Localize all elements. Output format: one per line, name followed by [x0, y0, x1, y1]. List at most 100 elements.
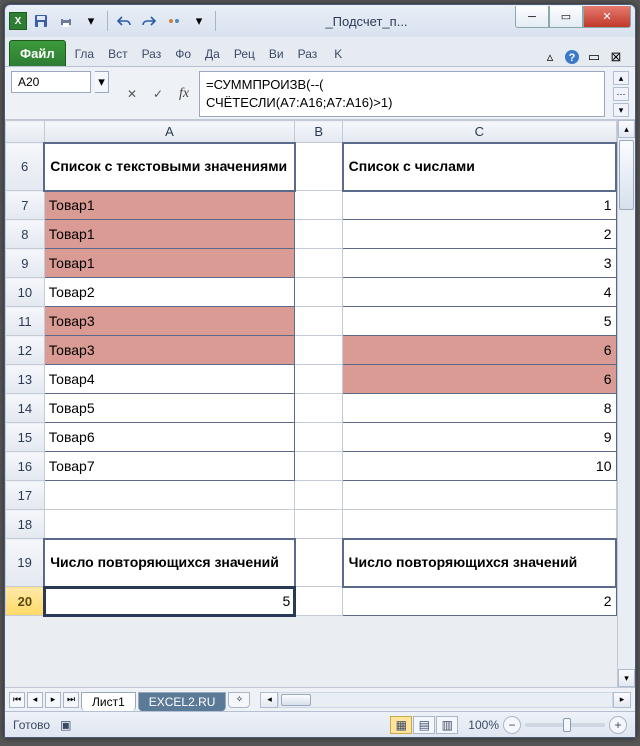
scroll-track[interactable] [278, 692, 613, 708]
scroll-right-icon[interactable]: ▸ [613, 692, 631, 708]
sheet-tab-active[interactable]: Лист1 [81, 692, 136, 711]
enter-formula-icon[interactable]: ✓ [147, 83, 169, 105]
page-break-view-icon[interactable]: ▥ [436, 716, 458, 734]
cancel-formula-icon[interactable]: ✕ [121, 83, 143, 105]
minimize-button[interactable]: ─ [515, 6, 549, 28]
redo-icon[interactable] [138, 10, 160, 32]
cell[interactable] [295, 307, 343, 336]
ribbon-tab[interactable]: Ви [262, 41, 291, 66]
cell[interactable] [295, 249, 343, 278]
formula-scroll-up-icon[interactable]: ▴ [613, 71, 629, 85]
ribbon-tab[interactable]: Вст [101, 41, 135, 66]
cell[interactable]: 4 [343, 278, 616, 307]
cell[interactable]: 1 [343, 191, 616, 220]
ribbon-tab[interactable]: Фо [168, 41, 198, 66]
cell[interactable]: Список с числами [343, 143, 616, 191]
cell[interactable] [295, 220, 343, 249]
cell[interactable]: Товар3 [44, 336, 295, 365]
macro-record-icon[interactable]: ▣ [60, 718, 71, 732]
cell[interactable] [44, 481, 295, 510]
close-button[interactable]: ✕ [583, 6, 631, 28]
formula-scroll-down-icon[interactable]: ▾ [613, 103, 629, 117]
scroll-thumb[interactable] [281, 694, 311, 706]
cell[interactable]: Товар1 [44, 220, 295, 249]
ribbon-minimize-icon[interactable]: ▵ [541, 48, 559, 66]
cell[interactable]: Список с текстовыми значениями [44, 143, 295, 191]
select-all-corner[interactable] [6, 121, 45, 143]
cell[interactable] [295, 143, 343, 191]
row-header[interactable]: 19 [6, 539, 45, 587]
zoom-value[interactable]: 100% [468, 718, 499, 732]
ribbon-tab[interactable]: Да [198, 41, 227, 66]
cell[interactable]: Товар6 [44, 423, 295, 452]
cell[interactable] [295, 423, 343, 452]
spreadsheet-grid[interactable]: A B C 6 Список с текстовыми значениями С… [5, 120, 617, 616]
sheet-nav-first-icon[interactable]: ⏮ [9, 692, 25, 708]
ribbon-tab[interactable]: Гла [68, 41, 102, 66]
ribbon-tab[interactable]: Рец [227, 41, 262, 66]
cell[interactable] [44, 510, 295, 539]
formula-input[interactable]: =СУММПРОИЗВ(--( СЧЁТЕСЛИ(A7:A16;A7:A16)>… [199, 71, 605, 117]
cell[interactable]: Товар7 [44, 452, 295, 481]
row-header[interactable]: 7 [6, 191, 45, 220]
cell[interactable] [343, 481, 616, 510]
cell[interactable]: Товар5 [44, 394, 295, 423]
ribbon-tab[interactable]: Раз [135, 41, 169, 66]
scroll-track[interactable] [618, 138, 635, 669]
row-header[interactable]: 14 [6, 394, 45, 423]
row-header[interactable]: 17 [6, 481, 45, 510]
cell[interactable]: 3 [343, 249, 616, 278]
zoom-slider[interactable] [525, 723, 605, 727]
cell[interactable] [295, 191, 343, 220]
cell[interactable] [295, 452, 343, 481]
horizontal-scrollbar[interactable]: ◂ ▸ [260, 692, 631, 708]
cell[interactable] [295, 481, 343, 510]
cell[interactable]: 9 [343, 423, 616, 452]
cell[interactable] [295, 510, 343, 539]
cell[interactable]: Товар1 [44, 249, 295, 278]
zoom-out-icon[interactable]: − [503, 716, 521, 734]
row-header[interactable]: 16 [6, 452, 45, 481]
col-header[interactable]: C [343, 121, 616, 143]
cell[interactable]: 5 [343, 307, 616, 336]
cell[interactable] [295, 365, 343, 394]
scroll-left-icon[interactable]: ◂ [260, 692, 278, 708]
doc-restore-icon[interactable]: ▭ [585, 48, 603, 66]
scroll-thumb[interactable] [619, 140, 634, 210]
active-cell[interactable]: 5 [44, 587, 295, 616]
cell[interactable] [295, 539, 343, 587]
quick-print-icon[interactable] [55, 10, 77, 32]
formula-expand-icon[interactable]: ⋯ [613, 87, 629, 101]
cell[interactable] [295, 587, 343, 616]
save-icon[interactable] [30, 10, 52, 32]
col-header[interactable]: B [295, 121, 343, 143]
cell[interactable]: 10 [343, 452, 616, 481]
undo-icon[interactable] [113, 10, 135, 32]
cell[interactable]: Товар2 [44, 278, 295, 307]
row-header[interactable]: 10 [6, 278, 45, 307]
qat-dropdown-icon[interactable]: ▾ [80, 10, 102, 32]
cell[interactable]: Товар3 [44, 307, 295, 336]
cell[interactable]: 2 [343, 587, 616, 616]
ribbon-tab[interactable]: K [324, 41, 352, 66]
cell[interactable]: Число повторяющихся значений [44, 539, 295, 587]
sheet-tab[interactable]: EXCEL2.RU [138, 692, 227, 711]
name-box-dropdown-icon[interactable]: ▾ [95, 71, 109, 93]
cell[interactable] [295, 278, 343, 307]
file-tab[interactable]: Файл [9, 40, 66, 66]
zoom-in-icon[interactable]: + [609, 716, 627, 734]
sheet-nav-next-icon[interactable]: ▸ [45, 692, 61, 708]
row-header[interactable]: 11 [6, 307, 45, 336]
cell[interactable]: Товар4 [44, 365, 295, 394]
maximize-button[interactable]: ▭ [549, 6, 583, 28]
qat-more-icon[interactable]: ▾ [188, 10, 210, 32]
row-header[interactable]: 18 [6, 510, 45, 539]
new-sheet-icon[interactable]: ✧ [228, 692, 250, 708]
row-header[interactable]: 13 [6, 365, 45, 394]
cell[interactable] [295, 336, 343, 365]
row-header[interactable]: 12 [6, 336, 45, 365]
cell[interactable]: 8 [343, 394, 616, 423]
cell[interactable] [295, 394, 343, 423]
doc-close-icon[interactable]: ⊠ [607, 48, 625, 66]
scroll-down-icon[interactable]: ▾ [618, 669, 635, 687]
